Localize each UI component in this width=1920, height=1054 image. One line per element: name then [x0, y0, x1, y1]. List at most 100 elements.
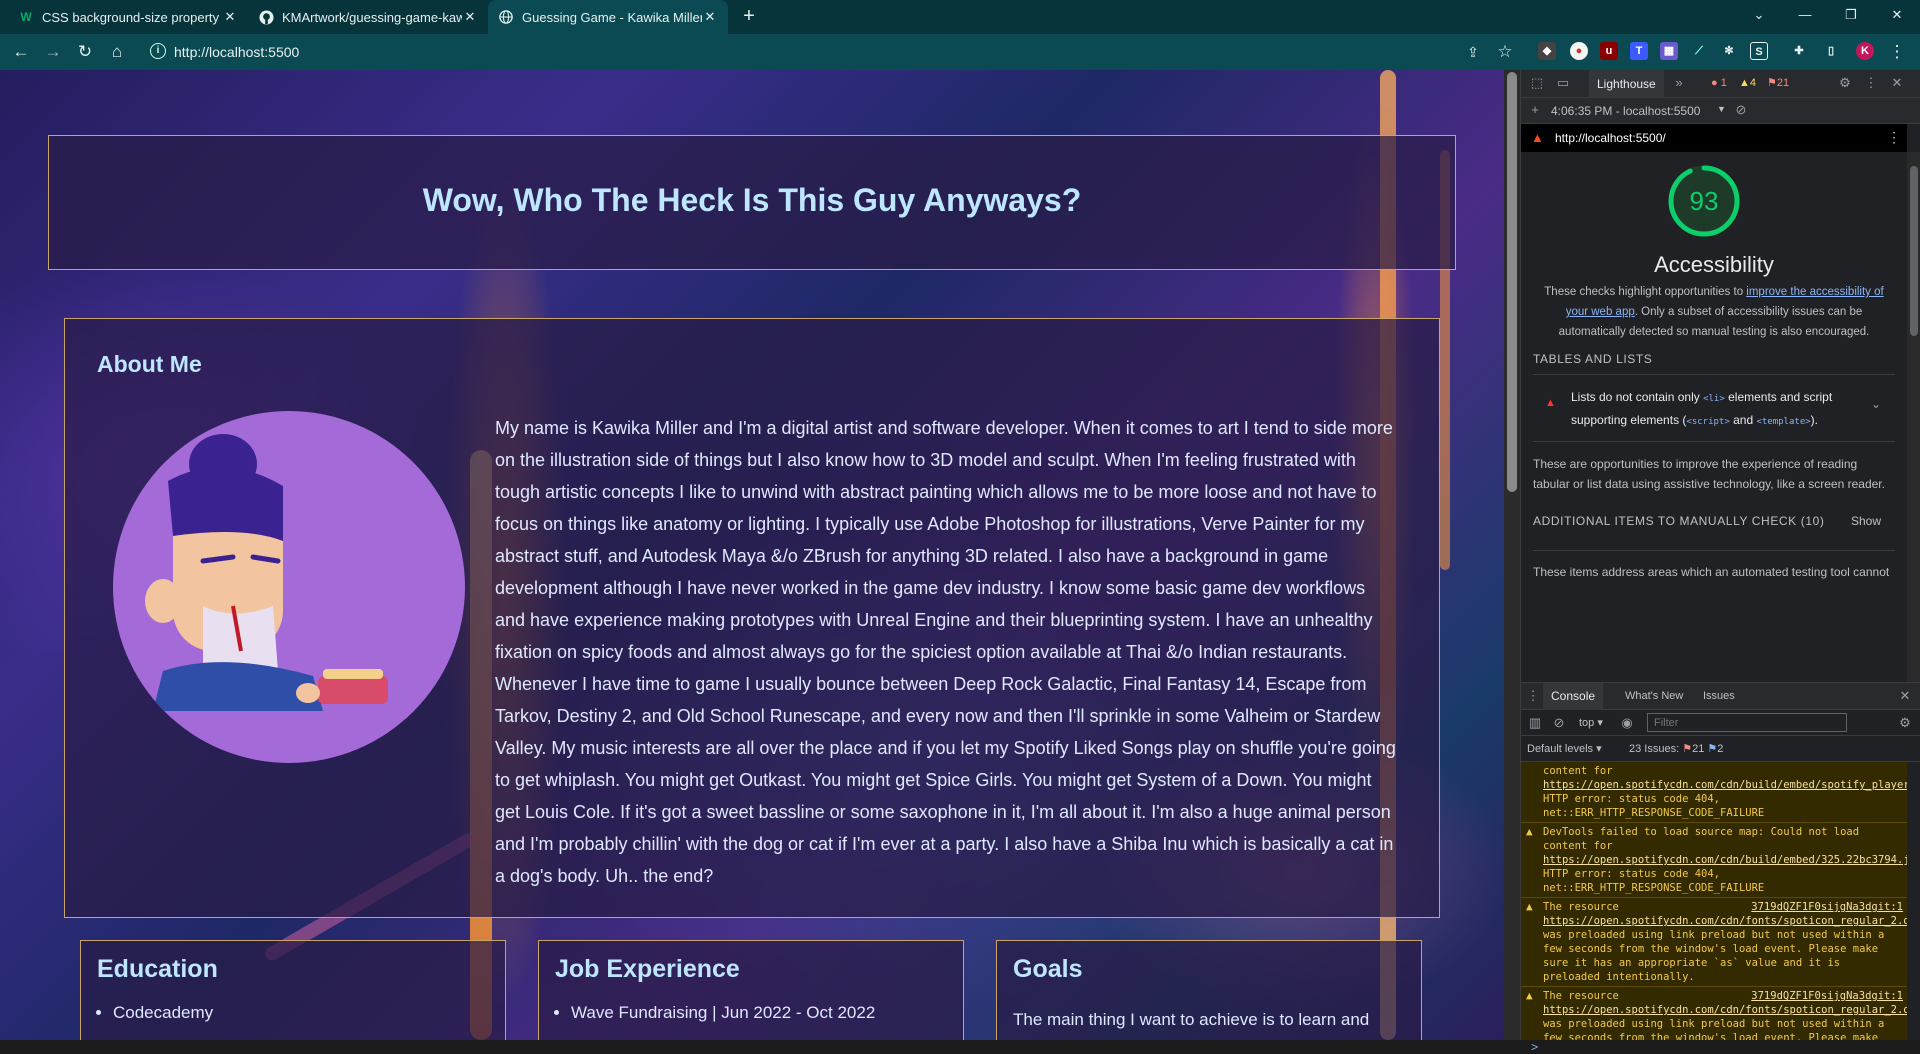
goals-heading: Goals: [1013, 955, 1083, 983]
error-count-badge[interactable]: ● 1: [1711, 75, 1727, 91]
education-list: Codecademy: [113, 999, 213, 1027]
tab-strip: W CSS background-size property ✕ KMArtwo…: [0, 0, 1920, 34]
w3schools-icon: W: [20, 10, 32, 24]
devtools-tabbar: ⬚ ▭ Lighthouse » ● 1 ▲4 ⚑21 ⚙ ⋮ ✕: [1521, 70, 1920, 98]
tab-github-repo[interactable]: KMArtwork/guessing-game-kaw ✕: [248, 0, 488, 34]
address-bar[interactable]: i http://localhost:5500: [140, 38, 1520, 66]
manual-check-description: These items address areas which an autom…: [1533, 550, 1895, 579]
react-icon[interactable]: ✻: [1720, 42, 1738, 60]
message-url-link[interactable]: https://open.spotifycdn.com/cdn/build/em…: [1543, 779, 1907, 791]
report-menu-icon[interactable]: ⋮: [1887, 129, 1901, 146]
warning-count-badge[interactable]: ▲4: [1739, 75, 1756, 91]
message-source-link[interactable]: 3719dQZF1F0sijgNa3dgit:1: [1751, 900, 1903, 914]
audit-title: Lists do not contain only <li> elements …: [1571, 390, 1833, 427]
close-window-icon[interactable]: ✕: [1874, 0, 1920, 30]
extension-icon[interactable]: S: [1750, 42, 1768, 60]
console-prompt[interactable]: >: [1531, 1040, 1538, 1054]
tab-console[interactable]: Console: [1543, 683, 1604, 710]
tab-close-icon[interactable]: ✕: [702, 9, 718, 25]
issues-counter[interactable]: 23 Issues: ⚑21 ⚑2: [1629, 742, 1723, 755]
page-scrollbar[interactable]: [1504, 70, 1520, 1040]
extension-icon[interactable]: ⟋: [1690, 42, 1708, 60]
forward-icon[interactable]: →: [42, 41, 64, 63]
share-icon[interactable]: ⇪: [1462, 41, 1484, 63]
tab-search-chevron-icon[interactable]: ⌄: [1736, 0, 1782, 30]
drawer-tabbar: ⋮ Console What's New Issues ✕: [1521, 682, 1920, 710]
console-warning-message: ▲ DevTools failed to load source map: Cou…: [1521, 823, 1907, 898]
report-selector[interactable]: 4:06:35 PM - localhost:5500: [1551, 104, 1700, 118]
show-button[interactable]: Show: [1851, 514, 1881, 528]
message-url-link[interactable]: https://open.spotifycdn.com/cdn/build/em…: [1543, 854, 1907, 866]
message-url-link[interactable]: https://open.spotifycdn.com/cdn/fonts/sp…: [1543, 915, 1907, 927]
home-icon[interactable]: ⌂: [106, 41, 128, 63]
close-drawer-icon[interactable]: ✕: [1897, 688, 1913, 704]
ublock-icon[interactable]: u: [1600, 42, 1618, 60]
side-panel-icon[interactable]: ▯: [1822, 42, 1840, 60]
tab-close-icon[interactable]: ✕: [222, 9, 238, 25]
browser-toolbar: ← → ↻ ⌂ i http://localhost:5500 ⇪ ☆ ◆ ● …: [0, 34, 1920, 70]
inspect-element-icon[interactable]: ⬚: [1529, 75, 1545, 91]
close-devtools-icon[interactable]: ✕: [1889, 75, 1905, 91]
education-card: Education Codecademy: [80, 940, 506, 1040]
tab-issues[interactable]: Issues: [1703, 690, 1735, 702]
lighthouse-logo-icon: ▲: [1531, 130, 1544, 145]
extension-icon[interactable]: ●: [1570, 42, 1588, 60]
clear-console-icon[interactable]: ⊘: [1551, 715, 1567, 731]
hero-title: Wow, Who The Heck Is This Guy Anyways?: [422, 182, 1082, 218]
more-tabs-icon[interactable]: »: [1671, 75, 1687, 91]
tab-lighthouse[interactable]: Lighthouse: [1589, 70, 1664, 98]
minimize-icon[interactable]: —: [1782, 0, 1828, 30]
message-url-link[interactable]: https://open.spotifycdn.com/cdn/fonts/sp…: [1543, 1004, 1907, 1016]
clear-reports-icon[interactable]: ⊘: [1733, 102, 1749, 118]
warning-triangle-icon: ▲: [1526, 825, 1533, 838]
tab-whats-new[interactable]: What's New: [1625, 690, 1683, 702]
message-source-link[interactable]: 3719dQZF1F0sijgNa3dgit:1: [1751, 989, 1903, 1003]
context-selector[interactable]: top ▾: [1579, 716, 1603, 729]
dropdown-caret-icon[interactable]: ▼: [1717, 104, 1726, 114]
extensions-puzzle-icon[interactable]: ✚: [1790, 42, 1808, 60]
console-filter-input[interactable]: [1647, 713, 1847, 732]
tab-css-background-size[interactable]: W CSS background-size property ✕: [8, 0, 248, 34]
device-toolbar-icon[interactable]: ▭: [1555, 75, 1571, 91]
drawer-menu-icon[interactable]: ⋮: [1525, 688, 1541, 704]
page-viewport: Wow, Who The Heck Is This Guy Anyways? A…: [0, 70, 1504, 1040]
expand-chevron-icon[interactable]: ⌄: [1871, 397, 1881, 411]
extension-icon[interactable]: T: [1630, 42, 1648, 60]
audit-list-item[interactable]: ▲ Lists do not contain only <li> element…: [1533, 374, 1895, 442]
lighthouse-scrollbar[interactable]: [1907, 152, 1920, 682]
site-info-icon[interactable]: i: [150, 43, 166, 59]
bookmark-star-icon[interactable]: ☆: [1494, 41, 1516, 63]
scrollbar-thumb[interactable]: [1910, 166, 1918, 336]
tab-close-icon[interactable]: ✕: [462, 9, 478, 25]
warning-triangle-icon: ▲: [1526, 900, 1533, 913]
tab-title: CSS background-size property: [42, 9, 220, 25]
about-me-heading: About Me: [97, 351, 202, 377]
new-tab-button[interactable]: +: [738, 6, 760, 28]
scrollbar-thumb[interactable]: [1507, 72, 1517, 492]
settings-gear-icon[interactable]: ⚙: [1837, 75, 1853, 91]
extension-icon[interactable]: ◆: [1538, 42, 1556, 60]
console-toolbar: ▥ ⊘ top ▾ ◉ ⚙: [1521, 710, 1920, 736]
issues-count-badge[interactable]: ⚑21: [1767, 75, 1789, 91]
devtools-menu-icon[interactable]: ⋮: [1863, 75, 1879, 91]
lighthouse-url-bar: ▲ http://localhost:5500/ ⋮: [1521, 124, 1907, 152]
menu-kebab-icon[interactable]: ⋮: [1886, 41, 1908, 63]
restore-icon[interactable]: ❐: [1828, 0, 1874, 30]
console-warning-message: ▲ 3719dQZF1F0sijgNa3dgit:1 The resource ht…: [1521, 898, 1907, 987]
tab-guessing-game[interactable]: Guessing Game - Kawika Miller ✕: [488, 0, 728, 34]
back-icon[interactable]: ←: [10, 41, 32, 63]
live-expression-eye-icon[interactable]: ◉: [1619, 715, 1635, 731]
console-sidebar-icon[interactable]: ▥: [1527, 715, 1543, 731]
reload-icon[interactable]: ↻: [74, 41, 96, 63]
console-settings-gear-icon[interactable]: ⚙: [1897, 715, 1913, 731]
section-heading-manual-check: ADDITIONAL ITEMS TO MANUALLY CHECK (10): [1533, 514, 1825, 528]
fail-triangle-icon: ▲: [1545, 397, 1556, 409]
log-levels-dropdown[interactable]: Default levels ▾: [1527, 742, 1602, 755]
extension-icon[interactable]: ▦: [1660, 42, 1678, 60]
new-report-plus-icon[interactable]: +: [1527, 102, 1543, 118]
globe-icon: [498, 9, 514, 25]
job-experience-heading: Job Experience: [555, 955, 740, 983]
address-url[interactable]: http://localhost:5500: [174, 44, 299, 60]
profile-avatar[interactable]: K: [1856, 42, 1874, 60]
tab-title: KMArtwork/guessing-game-kaw: [282, 9, 462, 25]
